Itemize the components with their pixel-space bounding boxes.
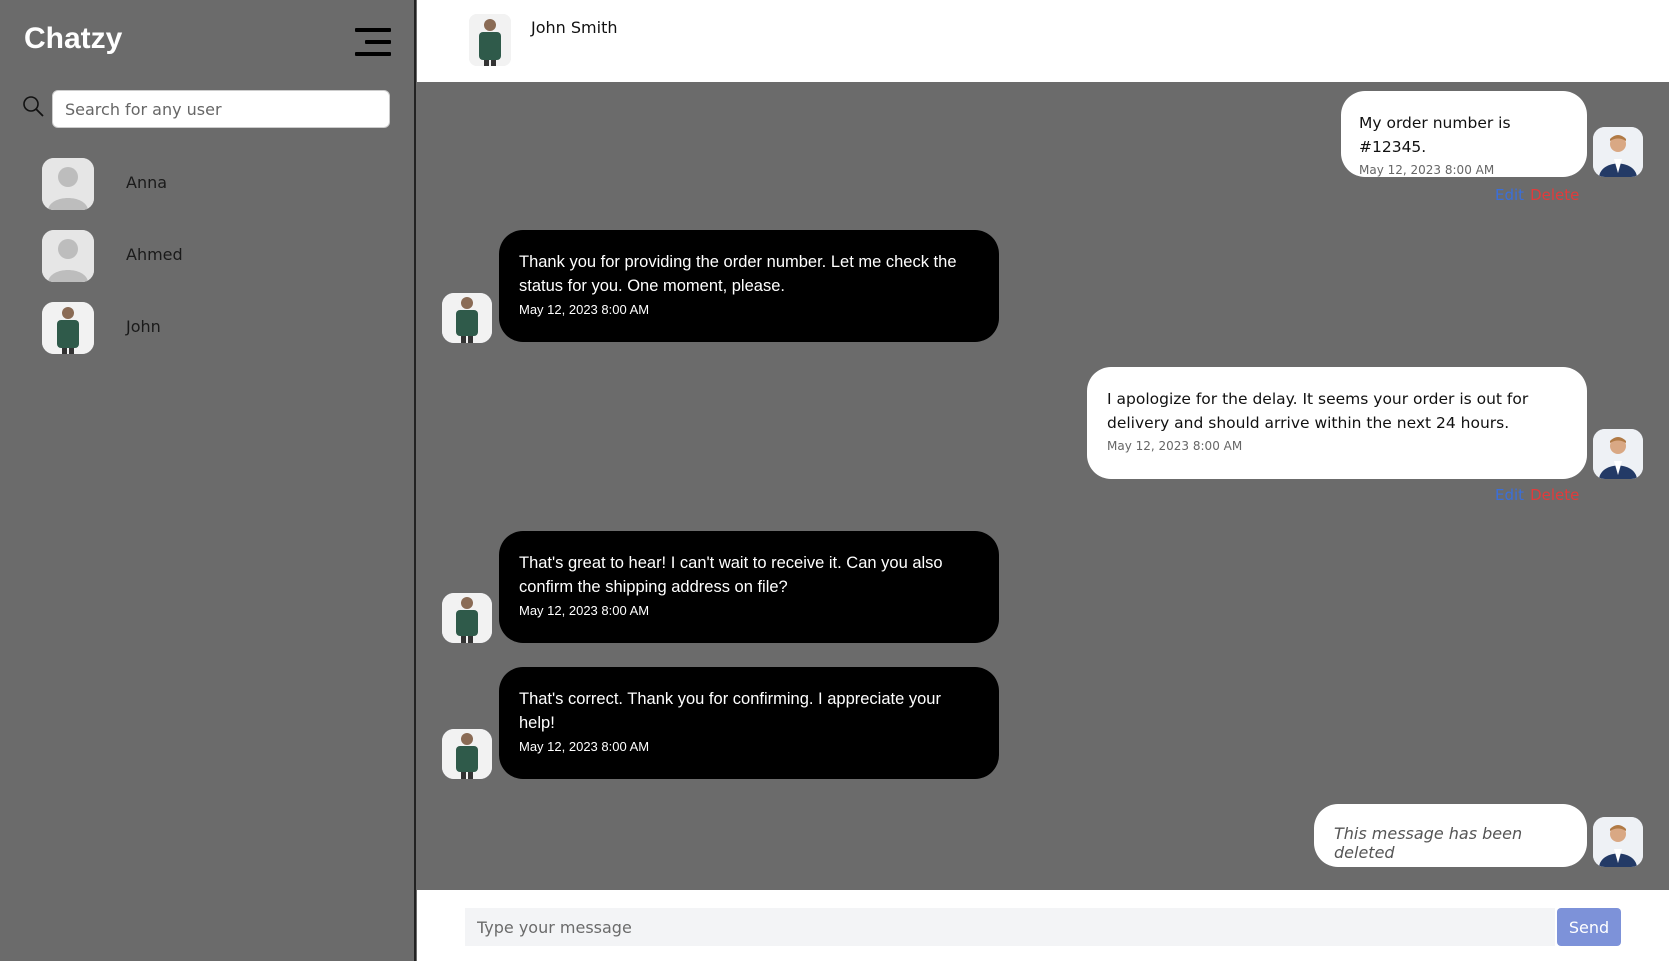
my-avatar <box>1593 817 1643 867</box>
avatar <box>42 230 94 282</box>
contact-name: John Smith <box>531 18 618 37</box>
message-time: May 12, 2023 8:00 AM <box>519 603 650 618</box>
search-icon <box>23 96 44 117</box>
john-photo-icon <box>442 729 492 779</box>
incoming-message: Thank you for providing the order number… <box>499 230 999 342</box>
deleted-message: This message has been deleted <box>1314 804 1587 867</box>
user-search-input[interactable] <box>52 90 390 128</box>
message-composer: Send <box>417 890 1669 961</box>
contact-avatar <box>469 14 511 66</box>
message-time: May 12, 2023 8:00 AM <box>519 739 650 754</box>
app-logo: Chatzy <box>24 22 123 55</box>
user-list-item-anna[interactable]: Anna <box>42 158 382 210</box>
contact-avatar <box>442 293 492 343</box>
message-actions: Edit Delete <box>1495 186 1579 204</box>
avatar <box>42 158 94 210</box>
john-photo-icon <box>42 302 94 354</box>
my-photo-icon <box>1593 817 1643 867</box>
incoming-message: That's correct. Thank you for confirming… <box>499 667 999 779</box>
message-input[interactable] <box>465 908 1555 946</box>
outgoing-message: My order number is #12345. May 12, 2023 … <box>1341 91 1587 177</box>
user-name: John <box>126 317 161 336</box>
message-text: My order number is #12345. <box>1359 114 1511 156</box>
my-avatar <box>1593 429 1643 479</box>
message-time: May 12, 2023 8:00 AM <box>1359 163 1495 177</box>
default-user-icon <box>42 230 94 282</box>
john-photo-icon <box>442 293 492 343</box>
message-text: That's great to hear! I can't wait to re… <box>519 554 943 596</box>
contact-avatar <box>442 729 492 779</box>
message-time: May 12, 2023 8:00 AM <box>519 302 650 317</box>
contact-avatar <box>442 593 492 643</box>
incoming-message: That's great to hear! I can't wait to re… <box>499 531 999 643</box>
my-avatar <box>1593 127 1643 177</box>
user-name: Ahmed <box>126 245 183 264</box>
delete-message-link[interactable]: Delete <box>1530 486 1579 504</box>
message-text: I apologize for the delay. It seems your… <box>1107 390 1529 432</box>
deleted-message-text: This message has been deleted <box>1334 824 1523 862</box>
message-text: Thank you for providing the order number… <box>519 253 957 295</box>
john-photo-icon <box>442 593 492 643</box>
message-text: That's correct. Thank you for confirming… <box>519 690 941 732</box>
sidebar: Chatzy Anna Ahmed <box>0 0 416 961</box>
outgoing-message: I apologize for the delay. It seems your… <box>1087 367 1587 479</box>
chat-header: John Smith <box>417 0 1669 82</box>
john-photo-icon <box>469 14 511 66</box>
my-photo-icon <box>1593 429 1643 479</box>
hamburger-menu-icon[interactable] <box>355 28 391 56</box>
user-list-item-john[interactable]: John <box>42 302 382 354</box>
message-time: May 12, 2023 8:00 AM <box>1107 439 1243 453</box>
user-list-item-ahmed[interactable]: Ahmed <box>42 230 382 282</box>
edit-message-link[interactable]: Edit <box>1495 186 1524 204</box>
message-list: My order number is #12345. May 12, 2023 … <box>417 82 1669 890</box>
user-name: Anna <box>126 173 168 192</box>
send-button[interactable]: Send <box>1557 908 1621 946</box>
default-user-icon <box>42 158 94 210</box>
avatar <box>42 302 94 354</box>
my-photo-icon <box>1593 127 1643 177</box>
delete-message-link[interactable]: Delete <box>1530 186 1579 204</box>
message-actions: Edit Delete <box>1495 486 1579 504</box>
edit-message-link[interactable]: Edit <box>1495 486 1524 504</box>
